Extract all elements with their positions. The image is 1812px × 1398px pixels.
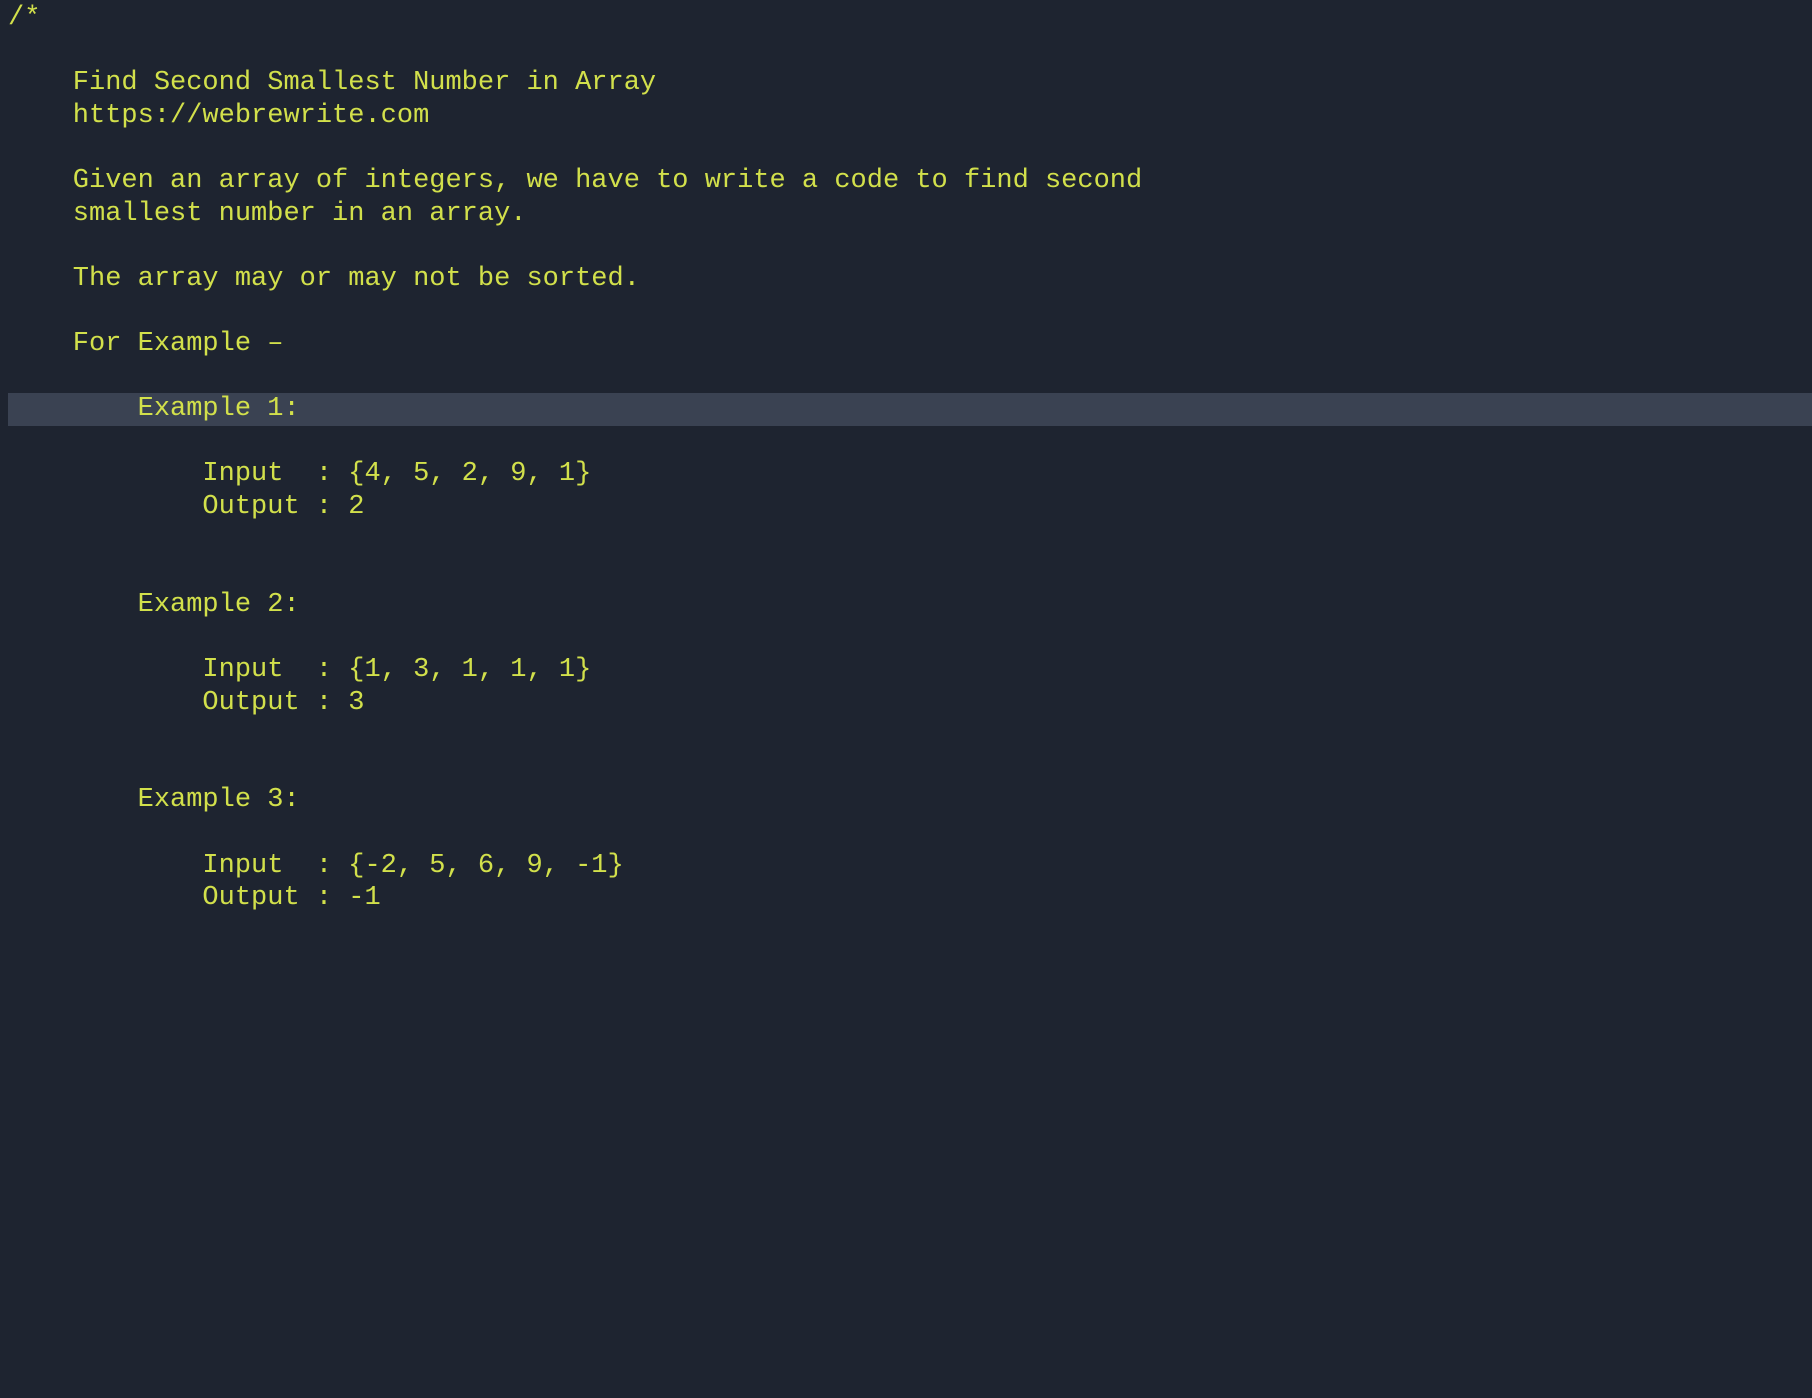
code-line[interactable]: Find Second Smallest Number in Array bbox=[8, 67, 1812, 100]
code-line[interactable]: Example 3: bbox=[8, 784, 1812, 817]
code-line[interactable]: smallest number in an array. bbox=[8, 198, 1812, 231]
code-line[interactable] bbox=[8, 132, 1812, 165]
code-line[interactable] bbox=[8, 817, 1812, 850]
code-line[interactable]: For Example – bbox=[8, 328, 1812, 361]
code-line[interactable]: The array may or may not be sorted. bbox=[8, 263, 1812, 296]
code-line[interactable] bbox=[8, 361, 1812, 394]
code-line[interactable]: Input : {-2, 5, 6, 9, -1} bbox=[8, 849, 1812, 882]
code-line[interactable]: Output : -1 bbox=[8, 882, 1812, 915]
code-line[interactable] bbox=[8, 621, 1812, 654]
code-line[interactable]: Input : {1, 3, 1, 1, 1} bbox=[8, 654, 1812, 687]
code-line[interactable]: https://webrewrite.com bbox=[8, 100, 1812, 133]
code-line[interactable]: Example 1: bbox=[8, 393, 1812, 426]
code-line[interactable]: Input : {4, 5, 2, 9, 1} bbox=[8, 458, 1812, 491]
code-line[interactable]: /* bbox=[8, 2, 1812, 35]
code-line[interactable] bbox=[8, 719, 1812, 752]
code-editor[interactable]: /* Find Second Smallest Number in Array … bbox=[0, 0, 1812, 1398]
code-line[interactable]: Example 2: bbox=[8, 589, 1812, 622]
code-line[interactable] bbox=[8, 524, 1812, 557]
code-line[interactable]: Given an array of integers, we have to w… bbox=[8, 165, 1812, 198]
code-line[interactable] bbox=[8, 35, 1812, 68]
code-line[interactable] bbox=[8, 556, 1812, 589]
code-line[interactable] bbox=[8, 295, 1812, 328]
code-line[interactable]: Output : 3 bbox=[8, 686, 1812, 719]
code-line[interactable] bbox=[8, 230, 1812, 263]
code-line[interactable] bbox=[8, 426, 1812, 459]
code-line[interactable]: Output : 2 bbox=[8, 491, 1812, 524]
code-line[interactable] bbox=[8, 752, 1812, 785]
